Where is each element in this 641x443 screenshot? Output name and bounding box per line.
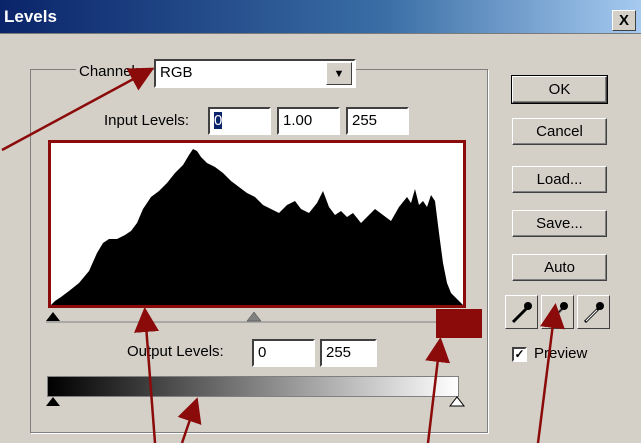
cancel-button[interactable]: Cancel — [512, 118, 607, 145]
preview-checkbox[interactable]: ✓ — [512, 347, 527, 362]
window-title: Levels — [4, 7, 57, 26]
input-black-value: 0 — [214, 112, 223, 129]
black-eyedropper-button[interactable] — [505, 295, 538, 329]
title-bar: Levels X — [0, 0, 641, 34]
output-black-field[interactable]: 0 — [252, 339, 315, 367]
input-white-value: 255 — [352, 112, 378, 129]
output-black-value: 0 — [258, 344, 267, 361]
output-white-value: 255 — [326, 344, 352, 361]
close-button[interactable]: X — [612, 10, 636, 31]
gray-eyedropper-button[interactable] — [541, 295, 574, 329]
channel-value: RGB — [160, 64, 193, 81]
gray-eyedropper-icon — [547, 302, 568, 324]
channel-label: Channel: — [76, 63, 143, 80]
ok-button[interactable]: OK — [511, 75, 608, 104]
histogram-shape — [51, 149, 463, 305]
white-eyedropper-button[interactable] — [577, 295, 610, 329]
auto-button[interactable]: Auto — [512, 254, 607, 281]
input-black-field[interactable]: 0 — [208, 107, 271, 135]
input-gamma-field[interactable]: 1.00 — [277, 107, 340, 135]
output-white-field[interactable]: 255 — [320, 339, 377, 367]
input-gamma-value: 1.00 — [283, 112, 313, 129]
load-button[interactable]: Load... — [512, 166, 607, 193]
save-button[interactable]: Save... — [512, 210, 607, 237]
white-slider-annotation-swatch — [436, 309, 482, 338]
output-gradient — [47, 376, 459, 397]
preview-label: Preview — [534, 345, 588, 362]
output-levels-label: Output Levels: — [127, 343, 224, 360]
white-eyedropper-icon — [583, 302, 604, 324]
chevron-down-icon[interactable]: ▼ — [326, 62, 352, 85]
histogram — [48, 140, 466, 308]
input-white-field[interactable]: 255 — [346, 107, 409, 135]
input-levels-label: Input Levels: — [104, 112, 190, 129]
black-eyedropper-icon — [511, 302, 532, 324]
